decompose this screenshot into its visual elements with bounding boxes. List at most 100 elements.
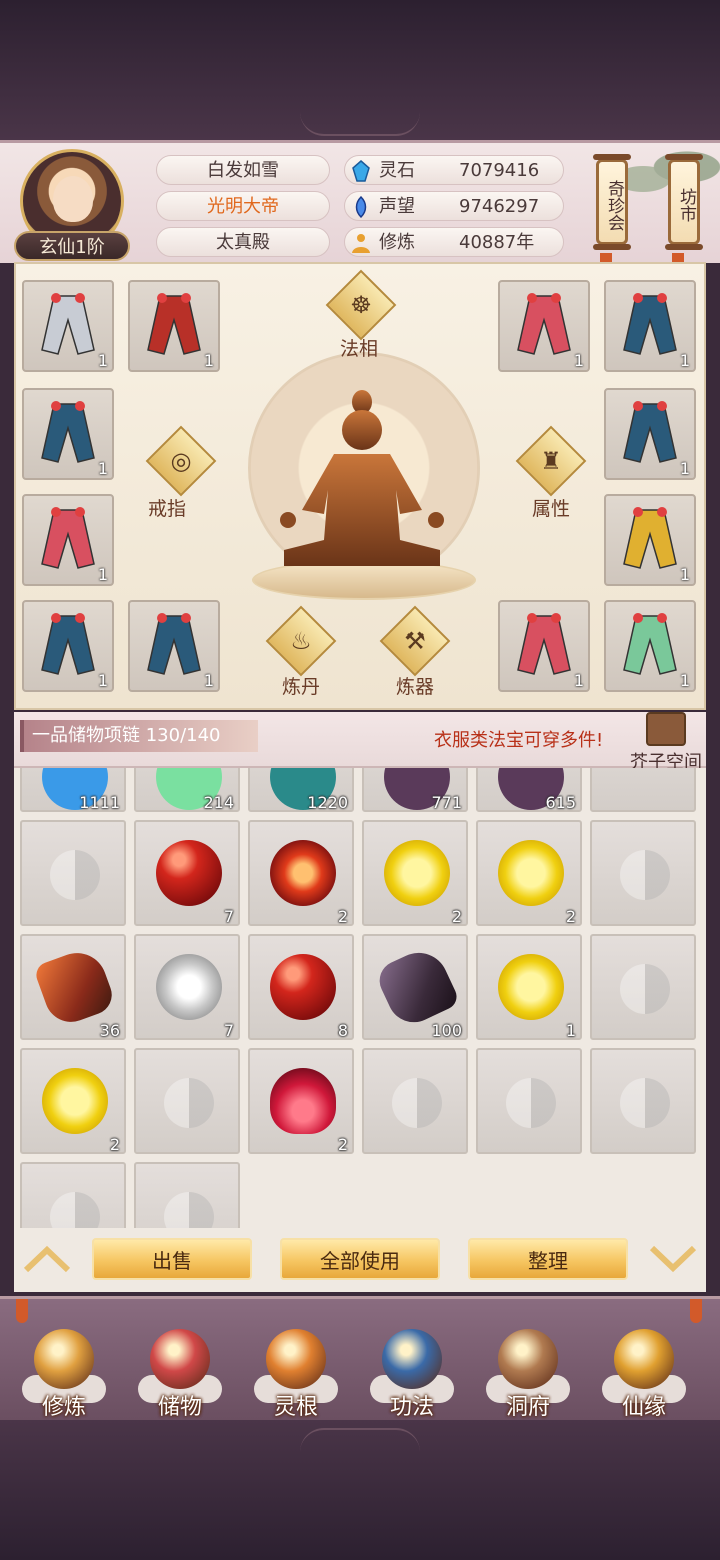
yin-yang-icon: [164, 1192, 214, 1228]
chevron-up-icon[interactable]: [22, 1242, 72, 1276]
item-count: 1111: [79, 793, 120, 812]
nav-item-gourd[interactable]: 仙缘: [596, 1329, 692, 1420]
cultivation-icon: [352, 234, 370, 253]
equipment-slot[interactable]: 1: [604, 280, 696, 372]
empty-bag-cell: [134, 1048, 240, 1154]
chest-icon: [646, 712, 686, 746]
yin-yang-icon: [620, 964, 670, 1014]
orb-yellow-icon: [384, 840, 450, 906]
equipment-slot[interactable]: 1: [604, 494, 696, 586]
nav-item-monk[interactable]: 修炼: [16, 1329, 112, 1420]
rank-badge: 玄仙1阶: [14, 231, 130, 261]
empty-bag-cell: [134, 1162, 240, 1228]
blue-robe-icon: [41, 401, 95, 463]
red-robe-icon: [517, 293, 571, 355]
treasure-auction-button[interactable]: 奇珍会: [593, 154, 631, 250]
red-bow-icon: [147, 293, 201, 355]
tassel: [690, 1299, 702, 1323]
bag-item-cell[interactable]: 36: [20, 934, 126, 1040]
chevron-down-icon[interactable]: [648, 1242, 698, 1276]
empty-bag-cell: [590, 768, 696, 812]
yin-yang-icon: [506, 1078, 556, 1128]
yin-yang-icon: [392, 1078, 442, 1128]
bag-item-cell[interactable]: 1220: [248, 768, 354, 812]
blue-robe-icon: [41, 613, 95, 675]
anvil-icon: ⚒: [404, 627, 426, 655]
item-count: 1: [97, 459, 108, 478]
mustard-space-button[interactable]: 芥子空间: [626, 712, 706, 773]
stat-value: 9746297: [459, 196, 540, 217]
equipment-slot[interactable]: 1: [22, 280, 114, 372]
orb-red-icon: [270, 954, 336, 1020]
equipment-slot[interactable]: 1: [604, 600, 696, 692]
blue-robe-icon: [623, 401, 677, 463]
bag-item-cell[interactable]: 214: [134, 768, 240, 812]
figure-icon: ♜: [540, 447, 562, 475]
item-count: 8: [337, 1021, 348, 1040]
bag-item-cell[interactable]: 2: [476, 820, 582, 926]
empty-bag-cell: [590, 934, 696, 1040]
bag-item-cell[interactable]: 7: [134, 934, 240, 1040]
nav-item-book[interactable]: 功法: [364, 1329, 460, 1420]
equipment-slot[interactable]: 1: [498, 600, 590, 692]
nav-item-spirit-root[interactable]: 灵根: [248, 1329, 344, 1420]
equipment-slot[interactable]: 1: [128, 600, 220, 692]
equipment-slot[interactable]: 1: [604, 388, 696, 480]
item-count: 1: [679, 671, 690, 690]
empty-bag-cell: [362, 1048, 468, 1154]
bag-item-cell[interactable]: 7: [134, 820, 240, 926]
equipment-slot[interactable]: 1: [128, 280, 220, 372]
stat-label: 修炼: [379, 232, 415, 253]
rock-dark-icon: [373, 943, 461, 1031]
stat-value: 40887年: [459, 232, 535, 253]
empty-bag-cell: [476, 1048, 582, 1154]
bottom-nav: 修炼 储物 灵根 功法 洞府 仙缘: [0, 1296, 720, 1426]
empty-bag-cell: [20, 820, 126, 926]
equipment-slot[interactable]: 1: [22, 388, 114, 480]
bag-item-cell[interactable]: 2: [248, 1048, 354, 1154]
stat-label: 灵石: [379, 160, 415, 181]
bag-item-cell[interactable]: 1: [476, 934, 582, 1040]
bag-item-cell[interactable]: 1111: [20, 768, 126, 812]
dharma-form-label: 法相: [340, 338, 379, 360]
bag-item-cell[interactable]: 2: [20, 1048, 126, 1154]
player-title[interactable]: 光明大帝: [156, 191, 330, 221]
nav-item-cave-house[interactable]: 洞府: [480, 1329, 576, 1420]
stat-reputation: 声望 9746297: [344, 191, 564, 221]
nav-item-bag[interactable]: 储物: [132, 1329, 228, 1420]
nav-label: 修炼: [41, 1395, 86, 1420]
red-robe-icon: [41, 507, 95, 569]
market-button[interactable]: 坊市: [665, 154, 703, 250]
orb-swirl-icon: [270, 840, 336, 906]
equipment-slot[interactable]: 1: [498, 280, 590, 372]
item-count: 1: [565, 1021, 576, 1040]
equipment-slot[interactable]: 1: [22, 600, 114, 692]
nav-label: 储物: [157, 1395, 202, 1420]
nav-label: 洞府: [505, 1395, 550, 1420]
bottom-ornament: [300, 1428, 420, 1452]
bag-item-cell[interactable]: 771: [362, 768, 468, 812]
item-count: 1: [573, 671, 584, 690]
player-sect: 太真殿: [156, 227, 330, 257]
bag-item-cell[interactable]: 2: [362, 820, 468, 926]
bag-item-cell[interactable]: 8: [248, 934, 354, 1040]
yin-yang-icon: [50, 1192, 100, 1228]
silver-boots-icon: [41, 293, 95, 355]
equipment-slot[interactable]: 1: [22, 494, 114, 586]
item-count: 1: [573, 351, 584, 370]
green-robe-icon: [623, 613, 677, 675]
bag-tip: 衣服类法宝可穿多件!: [434, 730, 604, 751]
sell-button[interactable]: 出售: [92, 1238, 252, 1280]
bag-item-cell[interactable]: 100: [362, 934, 468, 1040]
red-robe-icon: [517, 613, 571, 675]
tassel: [16, 1299, 28, 1323]
use-all-button[interactable]: 全部使用: [280, 1238, 440, 1280]
meditating-figure: [280, 390, 444, 566]
yin-yang-icon: [164, 1078, 214, 1128]
nav-label: 仙缘: [621, 1395, 666, 1420]
bag-item-cell[interactable]: 615: [476, 768, 582, 812]
item-count: 100: [431, 1021, 462, 1040]
nav-label: 灵根: [273, 1395, 318, 1420]
sort-button[interactable]: 整理: [468, 1238, 628, 1280]
bag-item-cell[interactable]: 2: [248, 820, 354, 926]
